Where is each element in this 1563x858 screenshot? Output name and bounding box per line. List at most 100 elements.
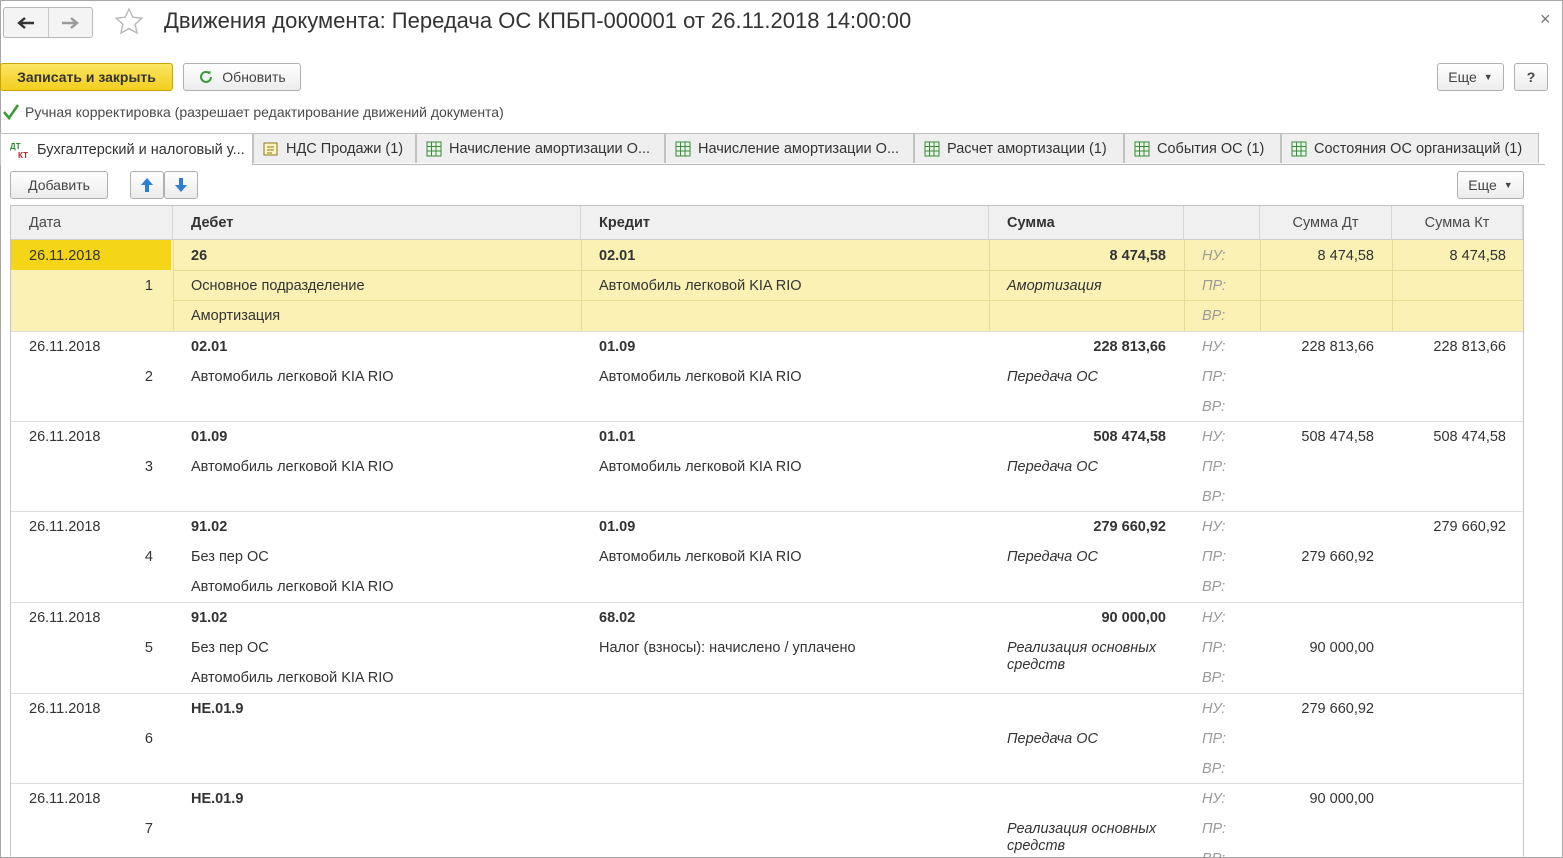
move-down-button[interactable] (164, 171, 198, 199)
arrow-right-icon (62, 16, 80, 29)
register-icon (263, 142, 278, 155)
cell-sum-dt: 279 660,92 (1301, 549, 1374, 565)
cell-tag: НУ: (1202, 248, 1226, 264)
column-header-sum-dt[interactable]: Сумма Дт (1260, 206, 1392, 240)
cell-sum-dt: 90 000,00 (1309, 640, 1374, 656)
page-title: Движения документа: Передача ОС КПБП-000… (164, 8, 912, 33)
cell-credit: Автомобиль легковой KIA RIO (599, 278, 802, 294)
cell-sum-kt: 8 474,58 (1449, 248, 1506, 264)
column-header-credit[interactable]: Кредит (581, 206, 989, 240)
cell-tag: ВР: (1202, 851, 1225, 858)
column-header-debit[interactable]: Дебет (173, 206, 581, 240)
tab-depreciation-calc[interactable]: Расчет амортизации (1) (914, 133, 1124, 163)
cell-debit: Автомобиль легковой KIA RIO (191, 369, 394, 385)
cell-debit: Без пер ОС (191, 549, 269, 565)
table-row[interactable]: 26.11.2018 1 26 02.01 Основное подразделение… (11, 240, 1523, 332)
cell-row-number: 1 (144, 278, 153, 294)
tab-label: Начисление амортизации О... (698, 140, 900, 157)
back-button[interactable] (4, 8, 48, 37)
column-header-tag (1184, 206, 1260, 240)
refresh-label: Обновить (222, 69, 286, 85)
tab-accounting[interactable]: ДТ КТ Бухгалтерский и налоговый у... (0, 133, 253, 165)
cell-sum-kt: 279 660,92 (1433, 519, 1506, 535)
grid-line (1184, 240, 1185, 331)
cell-debit: 02.01 (191, 339, 228, 355)
tab-label: Состояния ОС организаций (1) (1314, 140, 1523, 157)
cell-debit: Амортизация (191, 308, 281, 324)
cell-sum: 90 000,00 (1101, 610, 1166, 626)
cell-sum: 228 813,66 (1093, 339, 1166, 355)
cell-tag: ПР: (1202, 278, 1227, 294)
cell-tag: ВР: (1202, 579, 1226, 595)
manual-correction-checkbox[interactable]: Ручная корректировка (разрешает редактир… (2, 103, 504, 121)
cell-row-number: 7 (144, 821, 153, 837)
cell-tag: НУ: (1202, 610, 1226, 626)
help-button[interactable]: ? (1514, 63, 1548, 91)
save-and-close-button[interactable]: Записать и закрыть (0, 63, 173, 91)
table-icon (1291, 141, 1307, 156)
table-row[interactable]: 26.11.2018 7 НЕ.01.9 Реализация основных ср… (11, 783, 1523, 858)
cell-sum: 279 660,92 (1093, 519, 1166, 535)
cell-sum: 8 474,58 (1109, 248, 1166, 264)
cell-sum: 508 474,58 (1093, 429, 1166, 445)
cell-tag: НУ: (1202, 429, 1226, 445)
cell-tag: НУ: (1202, 519, 1226, 535)
column-header-sum-kt[interactable]: Сумма Кт (1392, 206, 1523, 240)
cell-debit: Автомобиль легковой KIA RIO (191, 459, 394, 475)
tab-asset-events[interactable]: События ОС (1) (1124, 133, 1281, 163)
column-header-date[interactable]: Дата (11, 206, 173, 240)
table-row[interactable]: 26.11.2018 4 91.02 01.09 Без пер ОС Автомобил… (11, 511, 1523, 603)
dt-kt-icon: ДТКТ (10, 142, 28, 159)
cell-credit: Налог (взносы): начислено / уплачено (599, 640, 856, 656)
grid-line (173, 300, 1523, 301)
tab-asset-states[interactable]: Состояния ОС организаций (1) (1281, 133, 1539, 163)
favorite-star-icon[interactable] (113, 6, 145, 38)
cell-date: 26.11.2018 (29, 519, 101, 535)
tab-depreciation-1[interactable]: Начисление амортизации О... (416, 133, 665, 163)
move-up-button[interactable] (130, 171, 164, 199)
cell-debit: Без пер ОС (191, 640, 269, 656)
cell-tag: ПР: (1202, 731, 1227, 747)
cell-tag: ПР: (1202, 821, 1227, 837)
refresh-icon (200, 70, 213, 83)
cell-tag: ПР: (1202, 640, 1227, 656)
cell-debit: Основное подразделение (191, 278, 365, 294)
table-row[interactable]: 26.11.2018 2 02.01 01.09 Автомобиль легковой… (11, 331, 1523, 422)
cell-row-number: 5 (144, 640, 153, 656)
cell-credit: Автомобиль легковой KIA RIO (599, 369, 802, 385)
svg-text:КТ: КТ (18, 151, 28, 159)
cell-row-number: 2 (144, 369, 153, 385)
column-header-sum[interactable]: Сумма (989, 206, 1184, 240)
cell-credit: Автомобиль легковой KIA RIO (599, 549, 802, 565)
refresh-button[interactable]: Обновить (183, 63, 301, 91)
grid-line (989, 240, 990, 331)
close-icon[interactable]: × (1540, 9, 1551, 30)
cell-tag: ПР: (1202, 459, 1227, 475)
table-row[interactable]: 26.11.2018 3 01.09 01.01 Автомобиль легковой… (11, 421, 1523, 512)
cell-credit: 01.01 (599, 429, 636, 445)
table-more-button[interactable]: Еще ▼ (1457, 171, 1524, 199)
add-button[interactable]: Добавить (10, 171, 108, 199)
cell-tag: ПР: (1202, 549, 1227, 565)
grid-line (173, 240, 174, 331)
table-icon (426, 141, 442, 156)
table-icon (675, 141, 691, 156)
cell-debit: 01.09 (191, 429, 228, 445)
table-row[interactable]: 26.11.2018 5 91.02 68.02 Без пер ОС Налог (вз… (11, 602, 1523, 694)
tab-depreciation-2[interactable]: Начисление амортизации О... (665, 133, 914, 163)
cell-content: Передача ОС (1007, 731, 1098, 747)
more-label: Еще (1448, 69, 1477, 85)
table-icon (924, 141, 940, 156)
postings-table: Дата Дебет Кредит Сумма Сумма Дт Сумма К… (10, 205, 1524, 858)
cell-credit: Автомобиль легковой KIA RIO (599, 459, 802, 475)
cell-debit: Автомобиль легковой KIA RIO (191, 579, 394, 595)
tab-label: Начисление амортизации О... (449, 140, 651, 157)
cell-sum-kt: 228 813,66 (1433, 339, 1506, 355)
more-button[interactable]: Еще ▼ (1437, 63, 1504, 91)
cell-content: Реализация основных средств (1007, 821, 1157, 854)
forward-button[interactable] (47, 8, 93, 37)
tab-vat-sales[interactable]: НДС Продажи (1) (253, 133, 416, 163)
manual-correction-label: Ручная корректировка (разрешает редактир… (25, 104, 504, 120)
cell-content: Передача ОС (1007, 369, 1098, 385)
table-row[interactable]: 26.11.2018 6 НЕ.01.9 Передача ОС НУ: 279 660,… (11, 693, 1523, 784)
